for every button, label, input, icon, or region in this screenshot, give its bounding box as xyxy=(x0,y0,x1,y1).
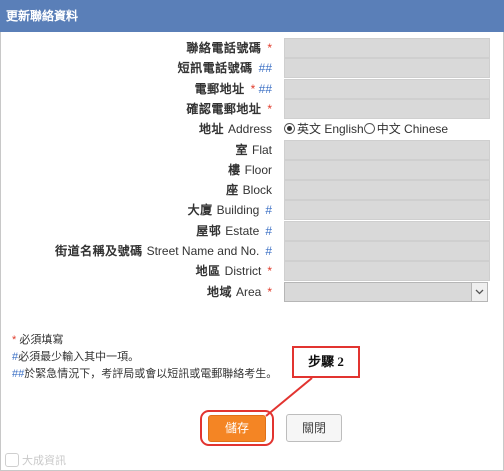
email-label-zh: 電郵地址 xyxy=(194,82,245,96)
form-row-sms: 短訊電話號碼 ## xyxy=(0,58,504,78)
block-label-en: Block xyxy=(242,183,272,197)
save-button[interactable]: 儲存 xyxy=(208,415,266,442)
building-label-zh: 大廈 xyxy=(187,203,213,217)
street-input[interactable] xyxy=(284,241,490,261)
floor-input[interactable] xyxy=(284,160,490,180)
district-mark: * xyxy=(267,264,272,278)
step-callout: 步驟 2 xyxy=(292,346,360,378)
watermark-logo-icon xyxy=(5,453,19,467)
note-required-text: 必須填寫 xyxy=(19,334,64,346)
form-row-phone: 聯絡電話號碼 * xyxy=(0,38,504,58)
address-label-en: Address xyxy=(227,122,272,136)
email-optional-mark: ## xyxy=(255,82,272,96)
note-required: * 必須填寫 xyxy=(12,332,277,349)
note-double-hash-text: 於緊急情況下，考評局或會以短訊或電郵聯絡考生。 xyxy=(24,368,278,380)
estate-mark: # xyxy=(265,224,272,238)
area-mark: * xyxy=(267,285,272,299)
flat-label-zh: 室 xyxy=(235,143,248,157)
double-hash-mark: ## xyxy=(12,368,25,380)
email_confirm-input[interactable] xyxy=(284,99,490,119)
flat-input[interactable] xyxy=(284,140,490,160)
flat-label-en: Flat xyxy=(251,143,272,157)
estate-label-en: Estate xyxy=(225,224,260,238)
area-label-en: Area xyxy=(235,285,262,299)
email_confirm-mark: * xyxy=(267,102,272,116)
note-double-hash: ##於緊急情況下，考評局或會以短訊或電郵聯絡考生。 xyxy=(12,366,277,383)
area-label: 地域 Area * xyxy=(207,282,272,302)
form-row-district: 地區 District * xyxy=(0,261,504,281)
form-row-block: 座 Block xyxy=(0,180,504,200)
form-row-address: 地址 Address 英文 English 中文 Chinese xyxy=(0,119,504,139)
email-input[interactable] xyxy=(284,79,490,99)
floor-label-zh: 樓 xyxy=(228,163,241,177)
form-row-flat: 室 Flat xyxy=(0,140,504,160)
district-label-en: District xyxy=(224,264,262,278)
email_confirm-label: 確認電郵地址 * xyxy=(186,99,272,119)
email-label: 電郵地址 * ## xyxy=(195,79,272,99)
block-input[interactable] xyxy=(284,180,490,200)
address-label: 地址 Address xyxy=(199,119,272,139)
phone-mark: * xyxy=(267,41,272,55)
phone-label: 聯絡電話號碼 * xyxy=(186,38,272,58)
chinese-radio[interactable] xyxy=(363,123,375,134)
form-row-estate: 屋邨 Estate # xyxy=(0,221,504,241)
phone-input[interactable] xyxy=(284,38,490,58)
email-mark: * ## xyxy=(251,82,272,96)
floor-label-en: Floor xyxy=(244,163,272,177)
floor-label: 樓 Floor xyxy=(228,160,272,180)
watermark: 大成資訊 xyxy=(5,452,66,468)
address-label-zh: 地址 xyxy=(198,122,224,136)
note-hash-text: 必須最少輸入其中一項。 xyxy=(18,351,140,363)
block-label: 座 Block xyxy=(226,180,272,200)
form-row-floor: 樓 Floor xyxy=(0,160,504,180)
required-mark: * xyxy=(12,334,17,346)
block-label-zh: 座 xyxy=(226,183,239,197)
area-select[interactable] xyxy=(284,282,488,302)
close-button[interactable]: 關閉 xyxy=(286,414,342,442)
building-mark: # xyxy=(265,203,272,217)
area-label-zh: 地域 xyxy=(206,285,232,299)
sms-label: 短訊電話號碼 ## xyxy=(178,58,272,78)
form-row-building: 大廈 Building # xyxy=(0,200,504,220)
email_confirm-label-zh: 確認電郵地址 xyxy=(186,102,262,116)
street-mark: # xyxy=(265,244,272,258)
building-label-en: Building xyxy=(216,203,260,217)
form-row-email_confirm: 確認電郵地址 * xyxy=(0,99,504,119)
form-row-street: 街道名稱及號碼 Street Name and No. # xyxy=(0,241,504,261)
note-hash: #必須最少輸入其中一項。 xyxy=(12,349,277,366)
english-radio[interactable] xyxy=(284,123,295,134)
estate-input[interactable] xyxy=(284,221,490,241)
street-label: 街道名稱及號碼 Street Name and No. # xyxy=(55,241,272,261)
estate-label: 屋邨 Estate # xyxy=(196,221,272,241)
chevron-down-icon[interactable] xyxy=(471,283,487,301)
sms-input[interactable] xyxy=(284,58,490,78)
street-label-en: Street Name and No. xyxy=(146,244,260,258)
dialog-title: 更新聯絡資料 xyxy=(0,0,504,32)
chinese-radio-label[interactable]: 中文 Chinese xyxy=(377,122,448,136)
sms-label-zh: 短訊電話號碼 xyxy=(177,61,253,75)
district-input[interactable] xyxy=(284,261,490,281)
district-label: 地區 District * xyxy=(196,261,272,281)
building-label: 大廈 Building # xyxy=(188,200,272,220)
form-row-email: 電郵地址 * ## xyxy=(0,79,504,99)
street-label-zh: 街道名稱及號碼 xyxy=(55,244,143,258)
phone-label-zh: 聯絡電話號碼 xyxy=(186,41,262,55)
form-notes: * 必須填寫 #必須最少輸入其中一項。 ##於緊急情況下，考評局或會以短訊或電郵… xyxy=(12,332,277,383)
estate-label-zh: 屋邨 xyxy=(196,224,222,238)
form-row-area: 地域 Area * xyxy=(0,282,504,302)
watermark-text: 大成資訊 xyxy=(22,455,66,467)
flat-label: 室 Flat xyxy=(235,140,272,160)
district-label-zh: 地區 xyxy=(195,264,221,278)
building-input[interactable] xyxy=(284,200,490,220)
english-radio-label[interactable]: 英文 English xyxy=(297,122,364,136)
sms-mark: ## xyxy=(258,61,272,75)
address-language-radio-group: 英文 English 中文 Chinese xyxy=(284,119,448,139)
